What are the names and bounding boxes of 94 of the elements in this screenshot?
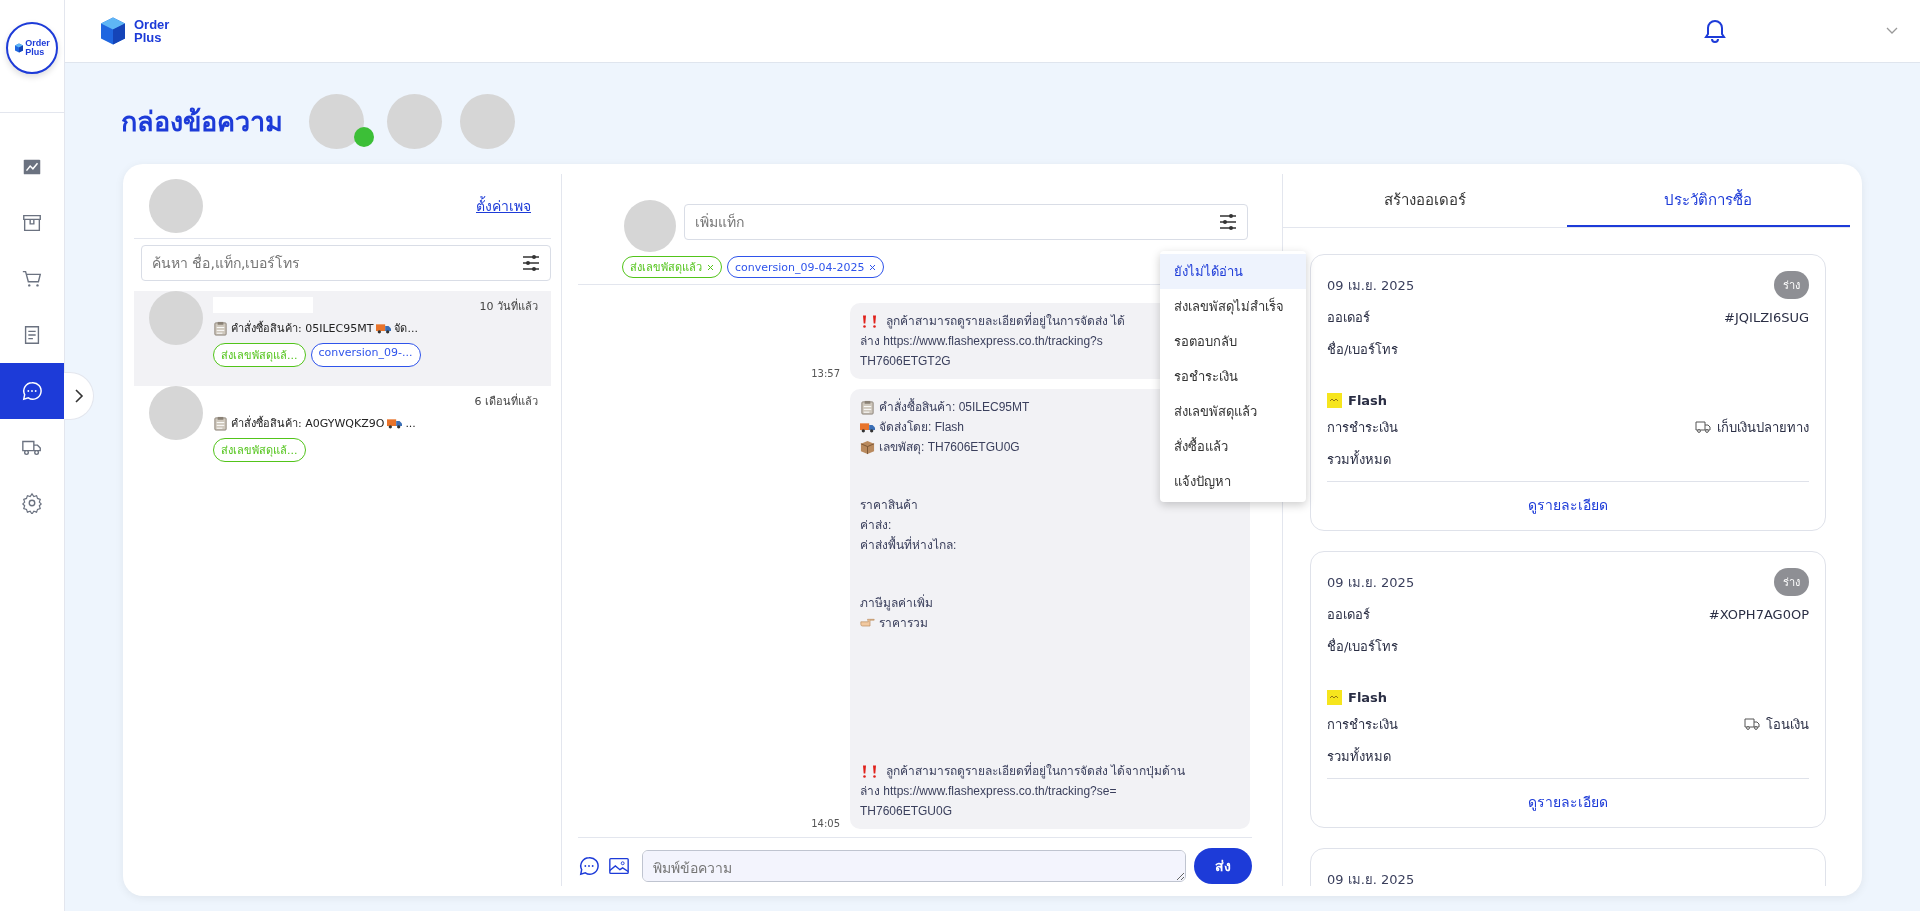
app-logo[interactable]: Order Plus xyxy=(98,16,170,46)
payment-method: โอนเงิน xyxy=(1766,715,1809,734)
conversation-time: 10 วันที่แล้ว xyxy=(479,297,539,313)
message-preview: จัด... xyxy=(394,321,418,337)
search-field[interactable]: ค้นหา ชื่อ,แท็ก,เบอร์โทร xyxy=(141,245,551,281)
field-label: ชื่อ/เบอร์โทร xyxy=(1327,340,1399,359)
message-time: 14:05 xyxy=(811,818,840,829)
chat-icon[interactable] xyxy=(578,855,600,877)
menu-item[interactable]: รอชำระเงิน xyxy=(1160,359,1306,394)
message-text: ภาษีมูลค่าเพิ่ม xyxy=(860,593,933,613)
tag: ส่งเลขพัสดุแล้... xyxy=(213,438,306,462)
truck-icon xyxy=(1695,421,1711,433)
carrier-name: Flash xyxy=(1348,689,1388,705)
tag: conversion_09-04-2025 xyxy=(727,256,885,278)
message-text: ค่าส่งพื้นที่ห่างไกล: xyxy=(860,535,957,554)
filter-icon[interactable] xyxy=(1218,212,1238,232)
close-icon[interactable] xyxy=(869,263,877,271)
tag: conversion_09-... xyxy=(310,343,421,367)
avatar xyxy=(624,200,676,252)
message-text: ค่าส่ง: xyxy=(860,517,892,534)
order-date: 09 เม.ย. 2025 xyxy=(1327,276,1415,295)
send-button[interactable]: ส่ง xyxy=(1194,848,1252,884)
field-label: รวมทั้งหมด xyxy=(1327,449,1391,469)
avatar xyxy=(149,291,203,345)
carrier-logo-icon xyxy=(1327,689,1342,705)
chat-icon xyxy=(21,380,43,402)
order-date: 09 เม.ย. 2025 xyxy=(1327,870,1415,886)
sidebar-item[interactable] xyxy=(0,363,64,419)
conversation-time: 6 เดือนที่แล้ว xyxy=(474,392,539,408)
menu-item[interactable]: รอตอบกลับ xyxy=(1160,324,1306,359)
online-status-dot xyxy=(354,126,374,147)
tag-input-field[interactable]: เพิ่มแท็ก xyxy=(684,204,1248,240)
order-id: #XOPH7AG0OP xyxy=(1708,606,1809,622)
menu-item[interactable]: ส่งเลขพัสดุไม่สำเร็จ xyxy=(1160,289,1306,324)
status-badge: ร่าง xyxy=(1774,271,1809,299)
settings-icon xyxy=(21,492,43,514)
message-input[interactable]: พิมพ์ข้อความ xyxy=(642,850,1186,882)
chevron-right-icon xyxy=(73,389,84,403)
clipboard-icon xyxy=(213,320,228,336)
message-text: ราคารวม xyxy=(879,615,928,632)
message-text: คำสั่งซื้อสินค้า: 05ILEC95MT xyxy=(879,397,1030,416)
view-details-link[interactable]: ดูรายละเอียด xyxy=(1528,497,1608,513)
message-preview: ... xyxy=(405,416,416,430)
expand-button[interactable] xyxy=(64,372,94,420)
tag: ส่งเลขพัสดุแล้... xyxy=(213,343,306,367)
tab[interactable]: สร้างออเดอร์ xyxy=(1283,174,1567,227)
field-label: ออเดอร์ xyxy=(1327,605,1370,624)
message-text: ลูกค้าสามารถดูรายละเอียดที่อยู่ในการจัดส่ง ได้ xyxy=(886,311,1126,331)
clipboard-icon xyxy=(860,399,875,415)
payment-method: เก็บเงินปลายทาง xyxy=(1717,417,1809,437)
menu-item[interactable]: ส่งเลขพัสดุแล้ว xyxy=(1160,394,1306,429)
tab[interactable]: ประวัติการซื้อ xyxy=(1566,174,1850,227)
avatar xyxy=(149,179,203,233)
carrier-name: Flash xyxy=(1348,392,1388,408)
page-title: กล่องข้อความ xyxy=(121,104,283,139)
package-icon xyxy=(21,212,43,234)
chevron-down-icon[interactable] xyxy=(1886,27,1898,35)
field-label: รวมทั้งหมด xyxy=(1327,746,1391,766)
filter-icon[interactable] xyxy=(521,253,541,273)
conversation-item[interactable]: 10 วันที่แล้ว คำสั่งซื้อสินค้า: 05ILEC95MT จัด... ส่งเลขพัสดุแล้... conversion_09-... xyxy=(134,291,551,386)
box-icon xyxy=(860,439,875,455)
order-id: #JQILZI6SUG xyxy=(1724,309,1809,325)
order-date: 09 เม.ย. 2025 xyxy=(1327,573,1415,592)
menu-item[interactable]: สั่งซื้อแล้ว xyxy=(1160,429,1306,464)
cart-icon xyxy=(21,268,43,290)
field-label: การชำระเงิน xyxy=(1327,418,1398,437)
avatar xyxy=(149,386,203,440)
message-preview: คำสั่งซื้อสินค้า: A0GYWQKZ9O xyxy=(231,414,385,432)
message-text: ล่าง https://www.flashexpress.co.th/tracking?se= xyxy=(860,783,1117,800)
tag: ส่งเลขพัสดุแล้ว xyxy=(622,256,722,278)
clipboard-icon xyxy=(213,415,228,431)
message-time: 13:57 xyxy=(811,368,840,379)
menu-item[interactable]: ยังไม่ได้อ่าน xyxy=(1160,254,1306,289)
status-badge: ร่าง xyxy=(1774,568,1809,596)
message-text: ล่าง https://www.flashexpress.co.th/tracking?s xyxy=(860,333,1103,350)
truck-icon xyxy=(1744,718,1760,730)
message-text: ราคาสินค้า xyxy=(860,497,918,514)
message-preview: คำสั่งซื้อสินค้า: 05ILEC95MT xyxy=(231,319,374,337)
page-settings-link[interactable]: ตั้งค่าเพจ xyxy=(476,195,531,217)
conversation-item[interactable]: 6 เดือนที่แล้ว คำสั่งซื้อสินค้า: A0GYWQKZ9O ... ส่งเลขพัสดุแล้... xyxy=(134,386,551,481)
carrier-logo-icon xyxy=(1327,392,1342,408)
message-text: TH7606ETGT2G xyxy=(860,353,951,370)
message-text: TH7606ETGU0G xyxy=(860,803,953,820)
field-label: การชำระเงิน xyxy=(1327,715,1398,734)
notification-bell-icon[interactable] xyxy=(1704,19,1726,43)
field-label: ชื่อ/เบอร์โทร xyxy=(1327,637,1399,656)
image-icon[interactable] xyxy=(608,855,630,877)
message-text: เลขพัสดุ: TH7606ETGU0G xyxy=(879,439,1020,457)
menu-item[interactable]: แจ้งปัญหา xyxy=(1160,464,1306,499)
field-label: ออเดอร์ xyxy=(1327,308,1370,327)
message-text: จัดส่งโดย: Flash xyxy=(879,419,964,436)
view-details-link[interactable]: ดูรายละเอียด xyxy=(1528,794,1608,810)
app-logo[interactable]: Order Plus xyxy=(6,22,58,74)
message-text: ลูกค้าสามารถดูรายละเอียดที่อยู่ในการจัดส่ง ได้จากปุ่มด้าน xyxy=(886,761,1186,781)
